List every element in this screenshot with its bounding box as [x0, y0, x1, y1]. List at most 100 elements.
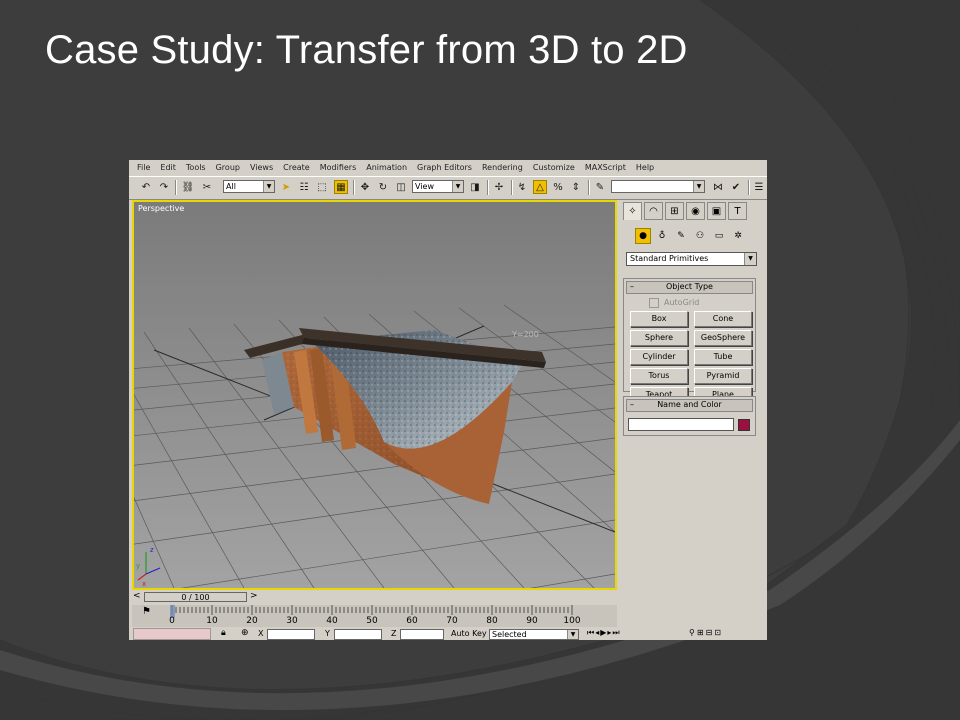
display-tab-icon[interactable]: ▣: [707, 202, 726, 220]
reference-coord-dropdown[interactable]: View ▼: [412, 180, 464, 193]
chevron-left-icon[interactable]: <: [133, 591, 141, 601]
object-color-swatch[interactable]: [738, 418, 750, 431]
spinner-snap-icon[interactable]: ⇕: [569, 180, 583, 194]
redo-icon[interactable]: ↷: [157, 180, 171, 194]
z-coord-field[interactable]: [400, 629, 444, 640]
tick-label: 30: [286, 616, 298, 626]
menu-customize[interactable]: Customize: [528, 163, 580, 172]
object-type-title: Object Type: [666, 282, 713, 291]
mirror-icon[interactable]: ⋈: [711, 180, 725, 194]
systems-icon[interactable]: ✲: [730, 228, 746, 244]
key-filter-dropdown[interactable]: Selected ▼: [489, 629, 579, 640]
tube-button[interactable]: Tube: [694, 349, 752, 365]
lock-icon[interactable]: 🔒︎: [221, 628, 226, 638]
menu-views[interactable]: Views: [245, 163, 278, 172]
scale-icon[interactable]: ◫: [394, 180, 408, 194]
window-crossing-icon[interactable]: ▦: [334, 180, 348, 194]
reference-coord-value: View: [415, 182, 434, 191]
perspective-viewport[interactable]: z y x Perspective Y=200: [132, 200, 617, 590]
cameras-icon[interactable]: ⚇: [692, 228, 708, 244]
angle-snap-icon[interactable]: △: [533, 180, 547, 194]
tick-label: 70: [446, 616, 458, 626]
sphere-button[interactable]: Sphere: [630, 330, 688, 346]
select-by-name-icon[interactable]: ☷: [297, 180, 311, 194]
name-and-color-header[interactable]: – Name and Color: [626, 399, 753, 412]
axis-readout: Y=200: [512, 330, 539, 339]
object-type-header[interactable]: – Object Type: [626, 281, 753, 294]
align-icon[interactable]: ✔: [729, 180, 743, 194]
helpers-icon[interactable]: ▭: [711, 228, 727, 244]
menu-file[interactable]: File: [129, 163, 155, 172]
pyramid-button[interactable]: Pyramid: [694, 368, 752, 384]
undo-icon[interactable]: ↶: [139, 180, 153, 194]
category-value: Standard Primitives: [630, 254, 709, 263]
command-panel-tabs: ✧ ◠ ⊞ ◉ ▣ T: [623, 202, 749, 220]
move-icon[interactable]: ✥: [358, 180, 372, 194]
motion-tab-icon[interactable]: ◉: [686, 202, 705, 220]
time-slider[interactable]: 0 / 100: [144, 592, 247, 602]
cone-button[interactable]: Cone: [694, 311, 752, 327]
tick-label: 100: [563, 616, 581, 626]
manipulate-icon[interactable]: ✢: [492, 180, 506, 194]
menu-create[interactable]: Create: [278, 163, 315, 172]
cylinder-button[interactable]: Cylinder: [630, 349, 688, 365]
menu-rendering[interactable]: Rendering: [477, 163, 528, 172]
x-coord-field[interactable]: [267, 629, 315, 640]
selection-filter-dropdown[interactable]: All ▼: [223, 180, 275, 193]
rect-selection-icon[interactable]: ⬚: [315, 180, 329, 194]
time-slider-label: 0 / 100: [181, 593, 210, 602]
menu-maxscript[interactable]: MAXScript: [580, 163, 631, 172]
selection-filter-value: All: [226, 182, 236, 191]
menu-modifiers[interactable]: Modifiers: [315, 163, 362, 172]
playback-controls-icon[interactable]: ⏮◂▶▸⏭: [587, 628, 621, 638]
maxscript-listener-mini[interactable]: [133, 628, 211, 640]
tick-label: 40: [326, 616, 338, 626]
menu-edit[interactable]: Edit: [155, 163, 181, 172]
category-dropdown[interactable]: Standard Primitives ▼: [626, 252, 757, 266]
menu-graph-editors[interactable]: Graph Editors: [412, 163, 477, 172]
absolute-mode-icon[interactable]: ⊕: [241, 628, 249, 638]
unlink-icon[interactable]: ✂: [200, 180, 214, 194]
geosphere-button[interactable]: GeoSphere: [694, 330, 752, 346]
create-tab-icon[interactable]: ✧: [623, 202, 642, 220]
menu-tools[interactable]: Tools: [181, 163, 211, 172]
collapse-icon: –: [630, 400, 634, 409]
utilities-tab-icon[interactable]: T: [728, 202, 747, 220]
select-and-link-icon[interactable]: ⛓: [181, 180, 195, 194]
torus-button[interactable]: Torus: [630, 368, 688, 384]
chevron-down-icon: ▼: [744, 253, 756, 265]
named-selection-dropdown[interactable]: ▼: [611, 180, 705, 193]
percent-snap-icon[interactable]: %: [551, 180, 565, 194]
autokey-button[interactable]: Auto Key: [451, 629, 487, 638]
menu-animation[interactable]: Animation: [361, 163, 412, 172]
menu-help[interactable]: Help: [631, 163, 659, 172]
lights-icon[interactable]: ✎: [673, 228, 689, 244]
select-object-icon[interactable]: ➤: [279, 180, 293, 194]
rotate-icon[interactable]: ↻: [376, 180, 390, 194]
layer-manager-icon[interactable]: ☰: [752, 180, 766, 194]
hierarchy-tab-icon[interactable]: ⊞: [665, 202, 684, 220]
pivot-center-icon[interactable]: ◨: [468, 180, 482, 194]
chevron-right-icon[interactable]: >: [250, 591, 258, 601]
geometry-icon[interactable]: ●: [635, 228, 651, 244]
snap-icon[interactable]: ↯: [515, 180, 529, 194]
box-button[interactable]: Box: [630, 311, 688, 327]
object-name-field[interactable]: [628, 418, 734, 431]
viewport-nav-icons[interactable]: ⚲⊞⊟⊡: [689, 628, 723, 637]
svg-text:x: x: [142, 580, 146, 588]
tick-label: 60: [406, 616, 418, 626]
chevron-down-icon: ▼: [452, 181, 463, 192]
modify-tab-icon[interactable]: ◠: [644, 202, 663, 220]
filter-keys-icon[interactable]: ⚑: [142, 606, 151, 617]
named-selection-icon[interactable]: ✎: [593, 180, 607, 194]
main-toolbar: ↶ ↷ ⛓ ✂ All ▼ ➤ ☷ ⬚ ▦ ✥ ↻ ◫ View ▼ ◨ ✢ ↯…: [129, 176, 767, 200]
chevron-down-icon: ▼: [693, 181, 704, 192]
viewport-label[interactable]: Perspective: [138, 204, 184, 213]
track-bar[interactable]: ⚑ 0 10 20 30 40 50 60 70 80 90 100: [132, 605, 617, 627]
y-coord-field[interactable]: [334, 629, 382, 640]
tick-label: 50: [366, 616, 378, 626]
autogrid-checkbox[interactable]: AutoGrid: [624, 296, 755, 309]
shapes-icon[interactable]: ♁: [654, 228, 670, 244]
menu-group[interactable]: Group: [211, 163, 245, 172]
menu-bar: File Edit Tools Group Views Create Modif…: [129, 160, 767, 175]
